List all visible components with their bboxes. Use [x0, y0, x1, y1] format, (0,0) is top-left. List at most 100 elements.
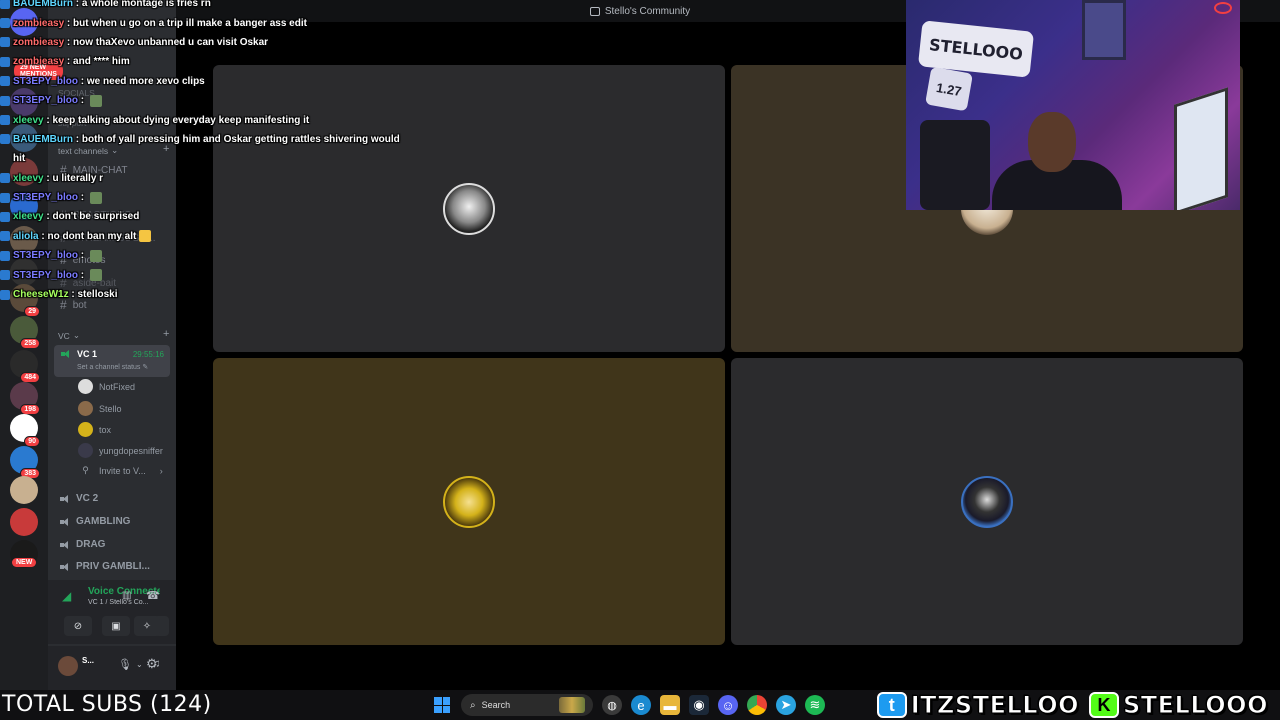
chat-text: no dont ban my alt: [47, 230, 137, 242]
chat-message: xleevy : don't be surprised: [0, 207, 420, 226]
chevron-right-icon: ›: [159, 465, 163, 476]
start-button[interactable]: [432, 695, 452, 715]
vc1-set-status[interactable]: Set a channel status ✎: [77, 363, 148, 371]
gear-icon[interactable]: ⚙: [146, 656, 158, 672]
participant-tile-tox[interactable]: [213, 358, 725, 645]
screen-share-icon: ▣: [111, 620, 121, 632]
add-person-icon: ⚲: [82, 465, 89, 475]
emote-icon: [89, 94, 102, 107]
speaker-icon: [60, 494, 70, 504]
voice-channel-vc2[interactable]: VC 2: [60, 493, 98, 504]
avatar: [443, 183, 495, 235]
chat-message: ST3EPY_bloo : we need more xevo clips: [0, 72, 420, 91]
bottom-bar: TOTAL SUBS (124) ⌕ Search ◍ e ▬ ◉ ☺ ➤ ≋ …: [0, 690, 1280, 720]
platform-icon: [0, 173, 10, 184]
avatar: [78, 422, 93, 437]
pencil-icon: ✎: [142, 364, 149, 371]
copilot-icon: ◍: [607, 699, 617, 712]
window-title: Stello's Community: [604, 5, 691, 17]
voice-channel-priv-gambling[interactable]: PRIV GAMBLI...: [60, 561, 150, 572]
chat-username: zombieasy: [13, 17, 65, 29]
taskbar-search[interactable]: ⌕ Search: [461, 694, 593, 716]
spotify-icon[interactable]: ≋: [805, 695, 825, 715]
chat-username: ST3EPY_bloo: [13, 250, 79, 262]
vc1-timer: 29:55:16: [132, 350, 164, 359]
platform-icon: [0, 56, 10, 67]
voice-channel-vc1[interactable]: VC 1 29:55:16 Set a channel status ✎: [54, 345, 170, 377]
chat-username: xleevy: [13, 211, 44, 223]
voice-member[interactable]: yungdopesniffer: [78, 443, 163, 458]
chat-message: ST3EPY_bloo :: [0, 246, 420, 265]
soundboard-icon[interactable]: ✧: [134, 616, 160, 636]
participant-tile-yungdopesniffer[interactable]: [731, 358, 1243, 645]
chat-username: xleevy: [13, 114, 44, 126]
server-icon[interactable]: [10, 508, 38, 536]
add-channel-icon[interactable]: +: [163, 328, 169, 340]
voice-channel-drag[interactable]: DRAG: [60, 539, 105, 550]
camera-off-button[interactable]: ⊘: [64, 616, 92, 636]
platform-icon: [0, 192, 10, 203]
noise-suppression-icon[interactable]: ▥: [122, 590, 131, 601]
voice-member[interactable]: tox: [78, 422, 111, 437]
server-icon[interactable]: 90: [10, 414, 40, 447]
disconnect-icon[interactable]: ☎: [146, 589, 160, 602]
file-explorer-icon[interactable]: ▬: [660, 695, 680, 715]
avatar: [443, 476, 495, 528]
platform-icon: [0, 289, 10, 300]
platform-icon: [0, 18, 10, 29]
emote-icon: [89, 249, 102, 262]
discord-icon[interactable]: ☺: [718, 695, 738, 715]
server-icon[interactable]: 198: [10, 382, 40, 415]
webcam-person-head: [1028, 112, 1076, 172]
emote-icon: [89, 269, 102, 282]
chat-message: ST3EPY_bloo :: [0, 91, 420, 110]
platform-icon: [0, 76, 10, 87]
app-icon: [589, 6, 600, 16]
telegram-icon[interactable]: ➤: [776, 695, 796, 715]
edge-browser-icon[interactable]: e: [631, 695, 651, 715]
server-icon[interactable]: 258: [10, 316, 40, 349]
chat-text: stelloski: [77, 289, 118, 301]
emote-icon: [139, 230, 152, 243]
chat-separator: :: [78, 192, 87, 204]
webcam-sign-small: 1.27: [925, 66, 973, 112]
server-icon[interactable]: [10, 476, 38, 504]
webcam-window: [1082, 0, 1126, 60]
chat-message: hit: [0, 149, 420, 168]
microphone-icon[interactable]: 🎙: [118, 658, 132, 671]
platform-icon: [0, 115, 10, 126]
twitter-icon: t: [876, 692, 907, 718]
avatar: [961, 476, 1013, 528]
server-icon[interactable]: 383: [10, 446, 40, 479]
voice-member[interactable]: NotFixed: [78, 379, 135, 394]
stream-screen: Stello's Community 29 NEW MENTIONS 29 25…: [0, 0, 1280, 720]
invite-to-voice[interactable]: ⚲ Invite to V... ›: [78, 465, 163, 476]
taskbar-app-icon[interactable]: ◍: [602, 695, 622, 715]
voice-member[interactable]: Stello: [78, 401, 122, 416]
chat-message: zombieasy : but when u go on a trip ill …: [0, 13, 420, 32]
chat-separator: :: [78, 250, 87, 262]
chat-message: BAUEMBurn : both of yall pressing him an…: [0, 130, 420, 149]
category-vc[interactable]: VC ⌄ +: [58, 328, 169, 341]
chevron-down-icon[interactable]: ⌄: [136, 660, 143, 669]
chat-text: and **** him: [73, 56, 130, 68]
webcam-light: [1214, 2, 1232, 14]
speaker-icon: [60, 517, 70, 527]
twitter-handle: ITZSTELLOO: [910, 691, 1079, 720]
chat-separator: :: [73, 133, 82, 145]
avatar[interactable]: [58, 656, 78, 676]
kick-icon: K: [1089, 692, 1119, 718]
signal-icon: ◢: [62, 589, 72, 603]
chat-username: aliola: [13, 230, 39, 242]
kick-handle: STELLOOO: [1123, 691, 1269, 720]
chrome-icon[interactable]: [747, 695, 767, 715]
platform-icon: [0, 250, 10, 261]
screen-share-button[interactable]: ▣: [102, 616, 130, 636]
voice-channel-gambling[interactable]: GAMBLING: [60, 516, 130, 527]
chat-text: u literally r: [52, 172, 104, 184]
server-icon[interactable]: 484: [10, 350, 40, 383]
steam-icon[interactable]: ◉: [689, 695, 709, 715]
webcam-feed: STELLOOO 1.27: [906, 0, 1240, 210]
avatar: [78, 379, 93, 394]
platform-icon: [0, 211, 10, 222]
